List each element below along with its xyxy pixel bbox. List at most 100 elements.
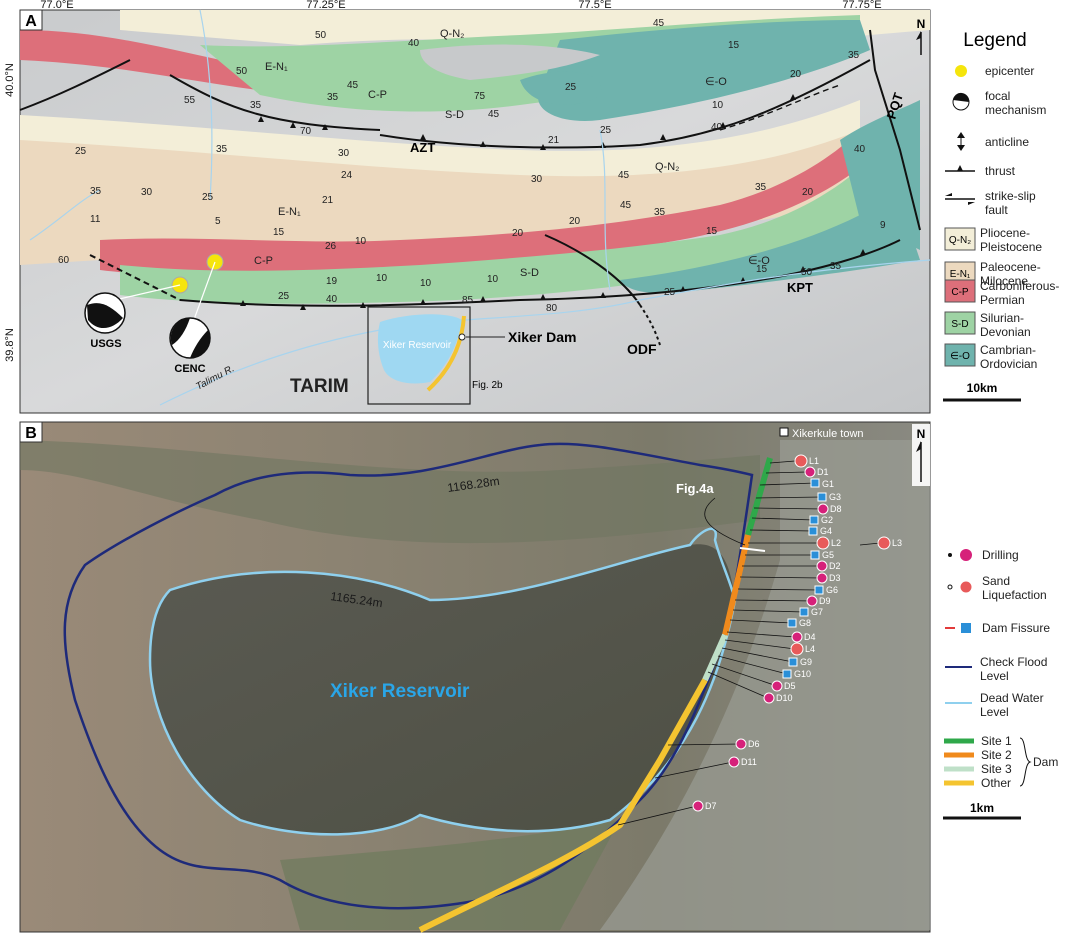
svg-text:50: 50 bbox=[801, 267, 813, 278]
svg-text:45: 45 bbox=[488, 109, 500, 120]
dam-fissure-g2 bbox=[809, 515, 819, 525]
svg-text:G3: G3 bbox=[829, 492, 841, 502]
svg-text:Cambrian-: Cambrian- bbox=[980, 343, 1036, 357]
svg-text:15: 15 bbox=[728, 40, 740, 51]
svg-text:Dam: Dam bbox=[1033, 755, 1058, 769]
svg-text:50: 50 bbox=[315, 30, 327, 41]
drilling-d6 bbox=[735, 738, 747, 750]
dam-fissure-g7 bbox=[799, 607, 809, 617]
svg-text:45: 45 bbox=[347, 80, 359, 91]
svg-text:epicenter: epicenter bbox=[985, 64, 1034, 78]
svg-text:24: 24 bbox=[341, 170, 353, 181]
panel-a-label: A bbox=[25, 13, 37, 30]
svg-text:Site 2: Site 2 bbox=[981, 748, 1012, 762]
svg-text:S-D: S-D bbox=[445, 109, 464, 121]
svg-text:15: 15 bbox=[273, 227, 285, 238]
svg-text:55: 55 bbox=[184, 95, 196, 106]
svg-text:E-N₁: E-N₁ bbox=[950, 269, 971, 280]
lon-tick: 77.5°E bbox=[578, 0, 611, 11]
svg-text:S-D: S-D bbox=[951, 319, 968, 330]
svg-text:85: 85 bbox=[462, 295, 474, 306]
sand-liquefaction-l1 bbox=[794, 454, 808, 468]
svg-text:L1: L1 bbox=[809, 456, 819, 466]
svg-text:Silurian-: Silurian- bbox=[980, 311, 1024, 325]
svg-text:Level: Level bbox=[980, 669, 1009, 683]
svg-text:D1: D1 bbox=[817, 467, 829, 477]
svg-text:70: 70 bbox=[300, 126, 312, 137]
svg-text:35: 35 bbox=[90, 186, 102, 197]
drilling-d5 bbox=[771, 680, 783, 692]
dam-fissure-g1 bbox=[810, 478, 820, 488]
svg-text:20: 20 bbox=[512, 228, 524, 239]
svg-text:Permian: Permian bbox=[980, 293, 1025, 307]
svg-text:15: 15 bbox=[706, 226, 718, 237]
svg-text:25: 25 bbox=[600, 125, 612, 136]
label-fig2b: Fig. 2b bbox=[472, 380, 503, 391]
svg-text:11: 11 bbox=[90, 214, 101, 225]
dam-fissure-g10 bbox=[782, 669, 792, 679]
svg-text:G2: G2 bbox=[821, 515, 833, 525]
svg-text:25: 25 bbox=[278, 291, 290, 302]
svg-text:30: 30 bbox=[338, 148, 350, 159]
label-reservoir-a: Xiker Reservoir bbox=[383, 340, 452, 351]
dam-fissure-g6 bbox=[814, 585, 824, 595]
svg-text:N: N bbox=[917, 427, 926, 441]
label-cenc: CENC bbox=[174, 363, 205, 375]
svg-text:35: 35 bbox=[250, 100, 262, 111]
dam-fissure-g3 bbox=[817, 492, 827, 502]
svg-text:G9: G9 bbox=[800, 657, 812, 667]
svg-text:50: 50 bbox=[236, 66, 248, 77]
label-odf: ODF bbox=[627, 341, 657, 357]
svg-text:19: 19 bbox=[326, 276, 338, 287]
svg-text:Other: Other bbox=[981, 776, 1011, 790]
svg-text:D5: D5 bbox=[784, 681, 796, 691]
lon-tick: 77.25°E bbox=[306, 0, 345, 11]
svg-text:E-N₁: E-N₁ bbox=[278, 206, 301, 218]
svg-text:45: 45 bbox=[620, 200, 632, 211]
svg-text:G8: G8 bbox=[799, 618, 811, 628]
svg-text:G5: G5 bbox=[822, 550, 834, 560]
legend-unit-q-n2: Q-N₂ Pliocene- Pleistocene bbox=[944, 226, 1042, 254]
svg-text:26: 26 bbox=[325, 241, 337, 252]
scale-label-b: 1km bbox=[970, 801, 994, 815]
svg-text:Dead Water: Dead Water bbox=[980, 691, 1044, 705]
svg-text:Site 1: Site 1 bbox=[981, 734, 1012, 748]
lat-tick: 39.8°N bbox=[4, 328, 16, 362]
legend-a: Legend epicenter focal mechanism anticli… bbox=[943, 30, 1059, 402]
svg-text:D4: D4 bbox=[804, 632, 816, 642]
svg-text:D6: D6 bbox=[748, 739, 760, 749]
svg-text:9: 9 bbox=[880, 220, 886, 231]
svg-text:20: 20 bbox=[790, 69, 802, 80]
drilling-d3 bbox=[816, 572, 828, 584]
drilling-d11 bbox=[728, 756, 740, 768]
sand-liquefaction-l3 bbox=[877, 536, 891, 550]
svg-text:N: N bbox=[917, 17, 926, 31]
svg-text:15: 15 bbox=[756, 264, 768, 275]
svg-text:L4: L4 bbox=[805, 644, 815, 654]
svg-text:21: 21 bbox=[548, 135, 560, 146]
legend-unit-c-p: C-P Carboniferous- Permian bbox=[944, 279, 1059, 307]
svg-text:10: 10 bbox=[487, 274, 499, 285]
svg-text:G6: G6 bbox=[826, 585, 838, 595]
svg-text:25: 25 bbox=[202, 192, 214, 203]
svg-text:mechanism: mechanism bbox=[985, 103, 1046, 117]
label-xikerkule-town: Xikerkule town bbox=[792, 428, 864, 440]
svg-text:Devonian: Devonian bbox=[980, 325, 1031, 339]
drilling-d8 bbox=[817, 503, 829, 515]
svg-text:Level: Level bbox=[980, 705, 1009, 719]
legend-unit-c-o: ∈-O Cambrian- Ordovician bbox=[944, 343, 1037, 371]
svg-text:Paleocene-: Paleocene- bbox=[980, 260, 1041, 274]
dam-fissure-g9 bbox=[788, 657, 798, 667]
svg-text:D7: D7 bbox=[705, 801, 717, 811]
svg-text:G7: G7 bbox=[811, 607, 823, 617]
svg-text:D8: D8 bbox=[830, 504, 842, 514]
svg-text:30: 30 bbox=[141, 187, 153, 198]
panel-b-map: L1 D1 G1 G3 D8 G2 G4 L2 L3 G5 D2 D3 G6 D… bbox=[19, 421, 1058, 933]
svg-text:E-N₁: E-N₁ bbox=[265, 61, 288, 73]
svg-text:thrust: thrust bbox=[985, 164, 1016, 178]
sand-liquefaction-l2 bbox=[816, 536, 830, 550]
svg-text:35: 35 bbox=[830, 261, 842, 272]
svg-text:5: 5 bbox=[215, 216, 221, 227]
drilling-d1 bbox=[804, 466, 816, 478]
svg-text:10: 10 bbox=[420, 278, 432, 289]
